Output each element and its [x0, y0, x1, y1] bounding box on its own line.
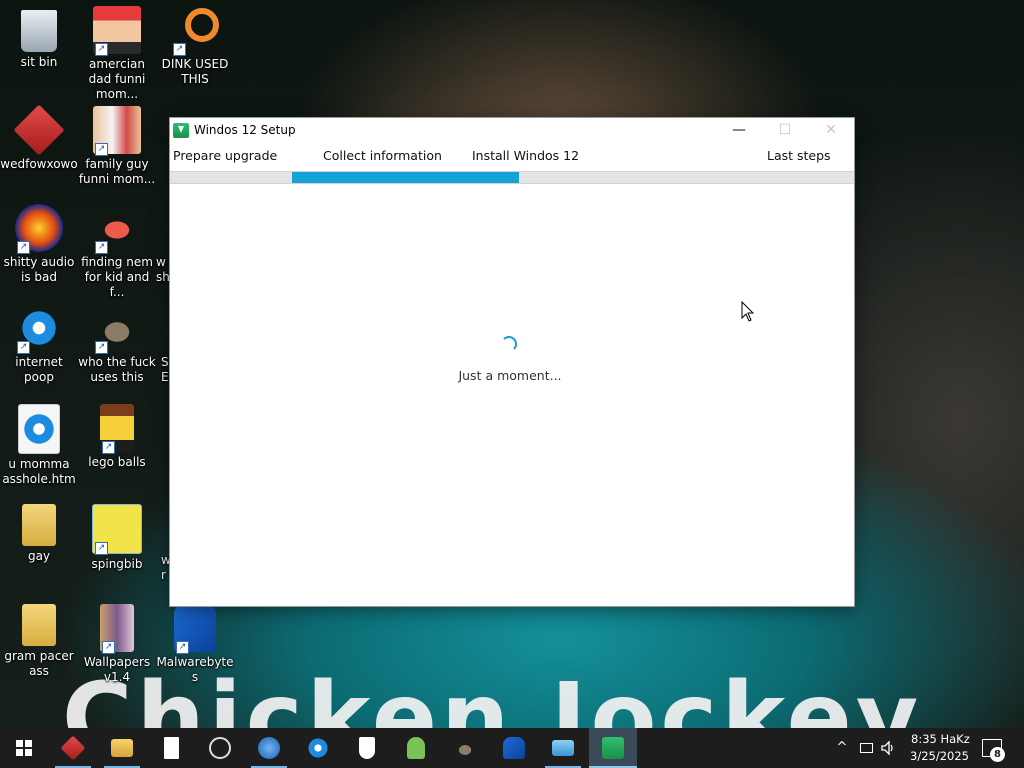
taskbar-android[interactable] — [392, 728, 440, 768]
internet-explorer-icon — [307, 737, 329, 759]
taskbar-notepad[interactable] — [147, 728, 195, 768]
shortcut-arrow-icon: ↗ — [173, 43, 186, 56]
shortcut-arrow-icon: ↗ — [17, 341, 30, 354]
cartoon-group-icon: ↗ — [93, 106, 141, 156]
red-cube-icon — [13, 104, 65, 156]
setup-steps: Prepare upgrade Collect information Inst… — [170, 148, 854, 168]
shortcut-arrow-icon: ↗ — [102, 441, 115, 454]
shortcut-arrow-icon: ↗ — [102, 641, 115, 654]
network-icon[interactable] — [858, 740, 874, 756]
setup-progress-bar — [170, 171, 854, 184]
show-hidden-icons-chevron-icon[interactable]: ^ — [834, 740, 850, 756]
shortcut-arrow-icon: ↗ — [95, 241, 108, 254]
taskbar-obs[interactable] — [196, 728, 244, 768]
setup-progress-fill — [292, 172, 519, 183]
maximize-button[interactable]: ☐ — [762, 118, 808, 144]
desktop-icon-spingbib[interactable]: ↗ spingbib — [78, 498, 156, 572]
desktop-icon-folder-gay[interactable]: gay — [0, 498, 78, 564]
taskbar: ^ 8:35 HaKz 3/25/2025 8 — [0, 728, 1024, 768]
setup-window: Windos 12 Setup — ☐ ✕ Prepare upgrade Co… — [170, 118, 854, 606]
cartoon-face-icon: ↗ — [93, 6, 141, 56]
desktop-icon-audio[interactable]: ↗ shitty audio is bad — [0, 198, 78, 285]
title-bar[interactable]: Windos 12 Setup — ☐ ✕ — [170, 118, 854, 144]
status-text: Just a moment... — [458, 368, 562, 383]
step-last-steps: Last steps — [767, 148, 831, 163]
ie-html-file-icon — [18, 404, 60, 454]
browser-globe-icon — [258, 737, 280, 759]
gimp-icon: ↗ — [93, 304, 141, 354]
recycle-bin-icon — [21, 10, 57, 52]
lego-figure-icon: ↗ — [100, 404, 134, 454]
loading-spinner-icon — [501, 336, 517, 352]
window-title: Windos 12 Setup — [194, 123, 296, 137]
shield-icon — [359, 737, 375, 759]
desktop-icon-american-dad[interactable]: ↗ amercian dad funni mom... — [78, 0, 156, 102]
internet-explorer-icon: ↗ — [15, 304, 63, 354]
shortcut-arrow-icon: ↗ — [176, 641, 189, 654]
taskbar-remote-desktop[interactable] — [539, 728, 587, 768]
android-icon — [407, 737, 425, 759]
remote-desktop-icon — [552, 740, 574, 756]
step-install: Install Windos 12 — [472, 148, 580, 163]
folder-icon — [22, 604, 56, 646]
desktop-icon-wedfowxowo[interactable]: wedfowxowo — [0, 100, 78, 172]
hidden-icon-label: w sh — [156, 255, 170, 284]
file-explorer-icon — [111, 739, 133, 757]
notepad-icon — [164, 737, 179, 759]
search-app-icon: ↗ — [171, 6, 219, 56]
volume-icon[interactable] — [880, 740, 896, 756]
taskbar-file-explorer[interactable] — [98, 728, 146, 768]
wallpaper-app-icon: ↗ — [100, 604, 134, 654]
desktop-icon-dink[interactable]: ↗ DINK USED THIS — [156, 0, 234, 87]
desktop-icon-folder-gram[interactable]: gram pacer ass — [0, 598, 78, 679]
taskbar-internet-explorer[interactable] — [294, 728, 342, 768]
shortcut-arrow-icon: ↗ — [95, 143, 108, 156]
mouse-cursor-icon — [741, 301, 755, 322]
start-icon — [16, 740, 32, 756]
malwarebytes-icon — [503, 737, 525, 759]
desktop-icon-gimp[interactable]: ↗ who the fuck uses this — [78, 298, 156, 385]
taskbar-red-cube[interactable] — [49, 728, 97, 768]
clock-date[interactable]: 3/25/2025 — [910, 749, 969, 763]
minimize-button[interactable]: — — [716, 118, 762, 144]
step-collect-information: Collect information — [323, 148, 442, 163]
setup-icon — [602, 737, 624, 759]
shortcut-arrow-icon: ↗ — [95, 542, 108, 555]
desktop-icon-recycle-bin[interactable]: sit bin — [0, 0, 78, 70]
gimp-icon — [454, 737, 476, 759]
step-prepare-upgrade: Prepare upgrade — [173, 148, 278, 163]
taskbar-malwarebytes[interactable] — [490, 728, 538, 768]
setup-app-icon — [173, 123, 189, 138]
desktop-icon-malwarebytes[interactable]: ↗ Malwarebytes — [156, 598, 234, 685]
taskbar-windos-setup[interactable] — [589, 728, 637, 768]
shortcut-arrow-icon: ↗ — [95, 341, 108, 354]
red-cube-icon — [60, 735, 86, 761]
taskbar-security[interactable] — [343, 728, 391, 768]
desktop-icon-lego[interactable]: ↗ lego balls — [78, 398, 156, 470]
obs-icon — [209, 737, 231, 759]
desktop-icon-finding-nemo[interactable]: ↗ finding nem for kid and f... — [78, 198, 156, 300]
desktop-icon-internet-poop[interactable]: ↗ internet poop — [0, 298, 78, 385]
audio-app-icon: ↗ — [15, 204, 63, 254]
close-button[interactable]: ✕ — [808, 118, 854, 144]
desktop-icon-family-guy[interactable]: ↗ family guy funni mom... — [78, 100, 156, 187]
notification-count-badge: 8 — [990, 747, 1005, 762]
shortcut-arrow-icon: ↗ — [95, 43, 108, 56]
fish-icon: ↗ — [93, 204, 141, 254]
shortcut-arrow-icon: ↗ — [17, 241, 30, 254]
malwarebytes-icon: ↗ — [174, 604, 216, 654]
desktop-icon-html-file[interactable]: u momma asshole.htm — [0, 398, 78, 487]
desktop-icon-wallpapers[interactable]: ↗ Wallpapers v1.4 — [78, 598, 156, 685]
taskbar-browser[interactable] — [245, 728, 293, 768]
start-button[interactable] — [0, 728, 48, 768]
folder-icon — [22, 504, 56, 546]
sponge-icon: ↗ — [92, 504, 142, 555]
clock-time[interactable]: 8:35 HaKz — [911, 732, 970, 746]
taskbar-gimp[interactable] — [441, 728, 489, 768]
